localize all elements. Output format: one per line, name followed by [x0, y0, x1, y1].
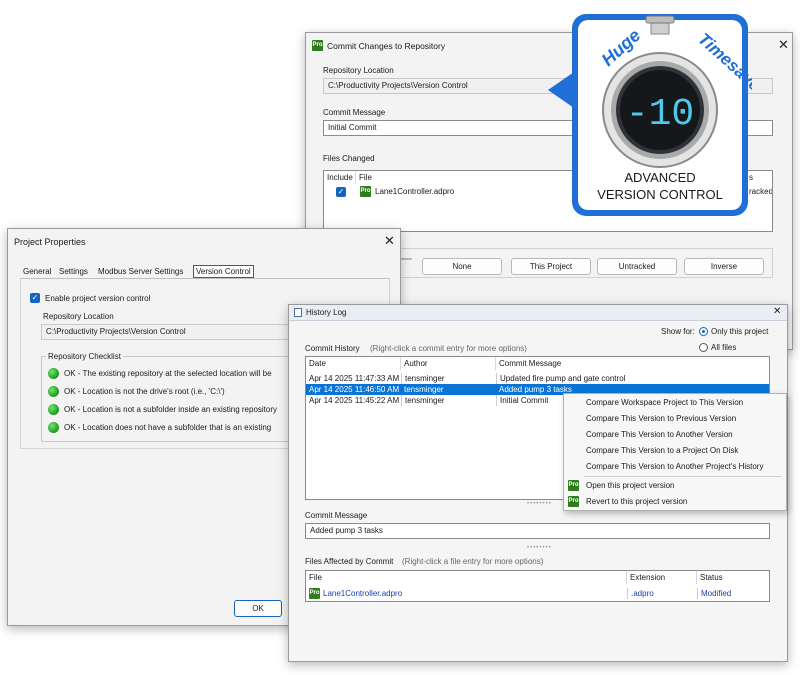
splitter-grip[interactable]: •••••••• — [527, 501, 552, 507]
close-icon[interactable]: ✕ — [384, 234, 395, 247]
column-header-commit-message[interactable]: Commit Message — [496, 357, 769, 370]
column-header-author[interactable]: Author — [401, 357, 496, 370]
dialog-title: Project Properties — [14, 237, 86, 247]
file-extension-cell: .adpro — [627, 588, 654, 599]
menu-item-compare-previous[interactable]: Compare This Version to Previous Version — [564, 411, 786, 427]
menu-item-compare-project-on-disk[interactable]: Compare This Version to a Project On Dis… — [564, 443, 786, 459]
pro-file-icon: Pro — [309, 588, 320, 599]
none-button[interactable]: None — [422, 258, 502, 275]
only-this-project-radio[interactable] — [699, 327, 708, 336]
checklist-item: OK - Location is not the drive's root (i… — [64, 387, 225, 396]
window-title: History Log — [306, 308, 347, 317]
dialog-title: Commit Changes to Repository — [327, 41, 446, 51]
checklist-item: OK - Location is not a subfolder inside … — [64, 405, 278, 414]
file-status-cell: Modified — [697, 588, 731, 599]
commit-author-cell: tensminger — [404, 385, 444, 394]
close-icon[interactable]: ✕ — [773, 307, 781, 317]
display-value: -10 — [626, 93, 694, 136]
status-ok-icon — [48, 404, 59, 415]
table-row[interactable]: Pro Lane1Controller.adpro .adpro Modifie… — [306, 588, 769, 599]
commit-history-label: Commit History — [305, 344, 360, 353]
commit-date-cell: Apr 14 2025 11:45:22 AM — [309, 396, 400, 405]
files-affected-hint: (Right-click a file entry for more optio… — [402, 557, 544, 566]
caption-line-1: ADVANCED — [624, 170, 695, 185]
tab-version-control[interactable]: Version Control — [193, 265, 254, 278]
repository-location-field: C:\Productivity Projects\Version Control — [41, 324, 301, 340]
commit-author-cell: tensminger — [401, 395, 496, 406]
table-row[interactable]: Apr 14 2025 11:47:33 AM tensminger Updat… — [306, 373, 769, 384]
repository-checklist-label: Repository Checklist — [46, 352, 123, 361]
enable-version-control-label: Enable project version control — [45, 294, 151, 303]
menu-item-compare-another-version[interactable]: Compare This Version to Another Version — [564, 427, 786, 443]
pro-file-icon: Pro — [360, 186, 371, 197]
commit-message-label: Commit Message — [305, 511, 368, 520]
all-files-label[interactable]: All files — [711, 343, 736, 352]
commit-context-menu: Compare Workspace Project to This Versio… — [563, 393, 787, 511]
repository-checklist-group: Repository Checklist OK - The existing r… — [41, 352, 301, 442]
history-log-icon — [294, 308, 302, 317]
files-changed-label: Files Changed — [323, 154, 375, 163]
column-header-include[interactable]: Include — [324, 171, 356, 184]
ok-button[interactable]: OK — [234, 600, 282, 617]
this-project-button[interactable]: This Project — [511, 258, 591, 275]
commit-date-cell: Apr 14 2025 11:46:50 AM — [309, 385, 400, 394]
files-affected-label: Files Affected by Commit — [305, 557, 394, 566]
all-files-radio[interactable] — [699, 343, 708, 352]
include-checkbox[interactable]: ✓ — [336, 187, 346, 197]
pro-app-icon: Pro — [312, 40, 323, 51]
repository-location-label: Repository Location — [323, 66, 394, 75]
status-ok-icon — [48, 422, 59, 433]
menu-item-open-version[interactable]: Open this project version — [564, 478, 786, 494]
only-this-project-label[interactable]: Only this project — [711, 327, 768, 336]
file-name-cell: Lane1Controller.adpro — [323, 589, 403, 598]
commit-message-cell: Added pump 3 tasks — [499, 385, 572, 394]
commit-message-cell: Updated fire pump and gate control — [496, 373, 625, 384]
timesaver-badge: Huge Timesaver -10 ADVANCED VERSION CONT… — [548, 14, 752, 216]
splitter-grip[interactable]: •••••••• — [527, 545, 552, 551]
commit-message-field: Added pump 3 tasks — [305, 523, 770, 539]
menu-item-compare-workspace[interactable]: Compare Workspace Project to This Versio… — [564, 395, 786, 411]
column-header-file[interactable]: File — [306, 571, 627, 584]
commit-date-cell: Apr 14 2025 11:47:33 AM — [309, 374, 400, 383]
checklist-item: OK - The existing repository at the sele… — [64, 369, 272, 378]
tab-modbus-server-settings[interactable]: Modbus Server Settings — [98, 267, 183, 276]
checklist-item: OK - Location does not have a subfolder … — [64, 423, 272, 432]
status-ok-icon — [48, 368, 59, 379]
close-icon[interactable]: ✕ — [778, 38, 789, 51]
show-for-label: Show for: — [661, 327, 695, 336]
untracked-button[interactable]: Untracked — [597, 258, 677, 275]
status-ok-icon — [48, 386, 59, 397]
enable-version-control-checkbox[interactable]: ✓ — [30, 293, 40, 303]
commit-history-hint: (Right-click a commit entry for more opt… — [370, 344, 527, 353]
title-bar: History Log ✕ — [289, 305, 787, 321]
column-header-date[interactable]: Date — [306, 357, 401, 370]
inverse-button[interactable]: Inverse — [684, 258, 764, 275]
menu-item-revert-version[interactable]: Revert to this project version — [564, 494, 786, 510]
tab-general[interactable]: General — [23, 267, 51, 276]
commit-message-label: Commit Message — [323, 108, 386, 117]
commit-author-cell: tensminger — [401, 373, 496, 384]
commit-message-cell: Initial Commit — [496, 395, 548, 406]
repository-location-label: Repository Location — [43, 312, 114, 321]
tab-bar: General Settings Modbus Server Settings … — [20, 265, 390, 279]
file-name-cell: Lane1Controller.adpro — [375, 187, 455, 196]
tab-settings[interactable]: Settings — [59, 267, 88, 276]
files-affected-table[interactable]: File Extension Status Pro Lane1Controlle… — [305, 570, 770, 602]
menu-separator — [584, 476, 782, 477]
caption-line-2: VERSION CONTROL — [597, 187, 723, 202]
menu-item-compare-another-history[interactable]: Compare This Version to Another Project'… — [564, 459, 786, 475]
column-header-extension[interactable]: Extension — [627, 571, 697, 584]
column-header-status[interactable]: Status — [697, 571, 769, 584]
